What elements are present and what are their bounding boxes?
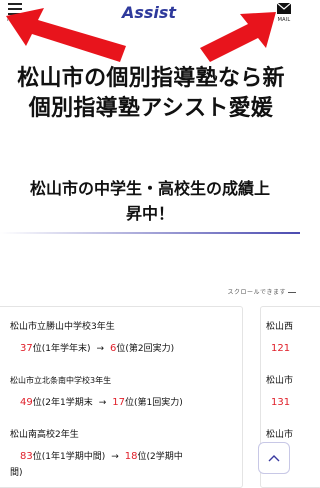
- rank-after-label: 位(第2回実力): [116, 344, 175, 354]
- rank-after: 17: [112, 397, 125, 408]
- rank-before-label: 位(2年1学期末: [32, 398, 93, 408]
- results-card[interactable]: 松山市立勝山中学校3年生 37位(1年学年末) → 6位(第2回実力) 松山市立北条…: [0, 306, 243, 488]
- school-name: 松山市: [266, 430, 294, 440]
- logo-text: Assist: [120, 3, 177, 22]
- rank-before: 37: [20, 343, 33, 354]
- scroll-hint: スクロールできます: [227, 287, 296, 296]
- rank-before: 121: [271, 343, 291, 354]
- rank-after-label: 位(2学期中: [137, 452, 183, 462]
- rank-before: 83: [20, 451, 33, 462]
- chevron-up-icon: [268, 455, 280, 462]
- result-entry: 松山西 121: [266, 321, 293, 355]
- red-arrow-icon: [6, 8, 126, 62]
- section-title-line: 昇中！: [125, 204, 174, 223]
- rank-change-continued: 間): [10, 468, 23, 478]
- rank-after: 18: [124, 451, 138, 462]
- rank-change: 83位(1年1学期中間) → 18位(2学期中: [10, 451, 242, 463]
- arrow-right-icon: [288, 292, 296, 293]
- red-arrow-icon: [200, 12, 276, 62]
- rank-before-label: 位(1年1学期中間): [32, 452, 106, 462]
- section-title-line: 松山市の中学生・高校生の成績上: [29, 179, 270, 198]
- rank-before-label: 位(1年学年末): [32, 344, 91, 354]
- hero-title-line: 個別指導塾アシスト愛媛: [28, 96, 274, 121]
- school-name: 松山市: [266, 376, 294, 386]
- result-entry: 松山市立北条南中学校3年生 49位(2年1学期末 → 17位(第1回実力): [10, 375, 242, 409]
- hero-title: 松山市の個別指導塾なら新 個別指導塾アシスト愛媛: [6, 64, 296, 124]
- school-name: 松山市立勝山中学校3年生: [10, 322, 115, 332]
- arrow-text: →: [96, 344, 105, 354]
- section-title: 松山市の中学生・高校生の成績上 昇中！: [10, 176, 290, 226]
- rank-before: 131: [271, 397, 291, 408]
- school-name: 松山市立北条南中学校3年生: [10, 376, 112, 385]
- result-entry: 松山市 131: [266, 375, 293, 409]
- rank-change: 121: [266, 343, 293, 355]
- hero-title-line: 松山市の個別指導塾なら新: [17, 66, 285, 91]
- rank-change: 37位(1年学年末) → 6位(第2回実力): [10, 343, 242, 355]
- section-divider: [0, 232, 300, 234]
- arrow-text: →: [111, 452, 119, 462]
- rank-after-label: 位(第1回実力): [124, 398, 183, 408]
- scroll-hint-text: スクロールできます: [227, 289, 286, 296]
- rank-change: 131: [266, 397, 293, 409]
- result-entry: 松山南高校2年生 83位(1年1学期中間) → 18位(2学期中 間): [10, 429, 242, 479]
- arrow-text: →: [98, 398, 107, 408]
- rank-before: 49: [20, 397, 33, 408]
- school-name: 松山西: [266, 322, 294, 332]
- rank-change: 49位(2年1学期末 → 17位(第1回実力): [10, 397, 242, 409]
- scroll-to-top-button[interactable]: [258, 442, 290, 474]
- envelope-icon: [277, 3, 291, 14]
- result-entry: 松山市立勝山中学校3年生 37位(1年学年末) → 6位(第2回実力): [10, 321, 242, 355]
- school-name: 松山南高校2年生: [10, 430, 79, 440]
